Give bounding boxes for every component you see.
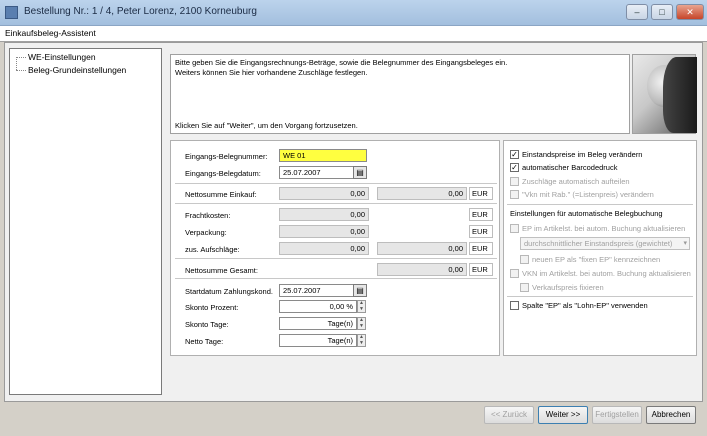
startdatum-label: Startdatum Zahlungskond. xyxy=(185,287,273,296)
wizard-title: Einkaufsbeleg-Assistent xyxy=(0,26,707,42)
ep-artikel-label: EP im Artikelst. bei autom. Buchung aktu… xyxy=(522,224,686,233)
spin-down-icon[interactable]: ▼ xyxy=(358,323,365,330)
back-button[interactable]: << Zurück xyxy=(484,406,534,424)
zuschlaege-checkbox[interactable] xyxy=(510,177,519,186)
app-icon xyxy=(5,6,18,19)
photo-hair xyxy=(663,57,697,133)
netto-gesamt-label: Nettosumme Gesamt: xyxy=(185,266,258,275)
info-box: Bitte geben Sie die Eingangsrechnungs-Be… xyxy=(170,54,630,134)
separator xyxy=(507,296,693,297)
spin-down-icon[interactable]: ▼ xyxy=(358,340,365,347)
calendar-icon[interactable]: ▤ xyxy=(353,166,367,179)
neuer-ep-label: neuen EP als "fixen EP" kennzeichnen xyxy=(532,255,661,264)
verpackung-label: Verpackung: xyxy=(185,228,227,237)
startdatum-input[interactable]: 25.07.2007 xyxy=(279,284,361,297)
netto-tage-input[interactable]: Tage(n) xyxy=(279,334,357,347)
chevron-down-icon[interactable]: ▾ xyxy=(683,238,687,249)
skonto-prozent-stepper[interactable]: ▲ ▼ xyxy=(357,300,366,313)
step-tree: WE-Einstellungen Beleg-Grundeinstellunge… xyxy=(9,48,162,395)
minimize-button[interactable]: – xyxy=(626,4,648,20)
verkaufspreis-label: Verkaufspreis fixieren xyxy=(532,283,604,292)
aufschlaege-value: 0,00 xyxy=(279,242,369,255)
ep-artikel-checkbox[interactable] xyxy=(510,224,519,233)
tree-item-we-einstellungen[interactable]: WE-Einstellungen xyxy=(28,52,96,62)
einstandspreise-checkbox[interactable]: ✓ xyxy=(510,150,519,159)
group-title: Einstellungen für automatische Belegbuch… xyxy=(510,209,663,218)
info-hint: Klicken Sie auf "Weiter", um den Vorgang… xyxy=(175,121,358,130)
aufschlaege-unit: EUR xyxy=(469,242,493,255)
separator xyxy=(175,258,497,259)
netto-gesamt-value: 0,00 xyxy=(377,263,467,276)
title-bar: Bestellung Nr.: 1 / 4, Peter Lorenz, 210… xyxy=(0,0,707,26)
netto-gesamt-unit: EUR xyxy=(469,263,493,276)
tree-line xyxy=(16,57,17,70)
maximize-button[interactable]: □ xyxy=(651,4,673,20)
vkn-checkbox[interactable] xyxy=(510,190,519,199)
barcodedruck-checkbox[interactable]: ✓ xyxy=(510,163,519,172)
amounts-panel: Eingangs-Belegnummer: WE 01 Eingangs-Bel… xyxy=(170,140,500,356)
info-text-line1: Bitte geben Sie die Eingangsrechnungs-Be… xyxy=(175,58,508,67)
fracht-label: Frachtkosten: xyxy=(185,211,231,220)
netto-tage-stepper[interactable]: ▲ ▼ xyxy=(357,334,366,347)
barcodedruck-label: automatischer Barcodedruck xyxy=(522,163,618,172)
einstandspreis-select[interactable]: durchschnittlicher Einstandspreis (gewic… xyxy=(520,237,690,250)
verpackung-unit: EUR xyxy=(469,225,493,238)
calendar-icon[interactable]: ▤ xyxy=(353,284,367,297)
belegdatum-input[interactable]: 25.07.2007 xyxy=(279,166,361,179)
vkn-artikel-label: VKN im Artikelst. bei autom. Buchung akt… xyxy=(522,269,691,278)
support-photo xyxy=(632,54,697,134)
einstandspreis-select-value: durchschnittlicher Einstandspreis (gewic… xyxy=(524,239,673,248)
neuer-ep-checkbox[interactable] xyxy=(520,255,529,264)
cancel-button[interactable]: Abbrechen xyxy=(646,406,696,424)
skonto-prozent-input[interactable]: 0,00 % xyxy=(279,300,357,313)
info-text-line2: Weiters können Sie hier vorhandene Zusch… xyxy=(175,68,368,77)
vkn-label: "Vkn mit Rab." (=Listenpreis) verändern xyxy=(522,190,654,199)
verkaufspreis-checkbox[interactable] xyxy=(520,283,529,292)
tree-item-beleg-grundeinstellungen[interactable]: Beleg-Grundeinstellungen xyxy=(28,65,126,75)
spalte-ep-label: Spalte "EP" als "Lohn-EP" verwenden xyxy=(522,301,648,310)
fracht-unit: EUR xyxy=(469,208,493,221)
separator xyxy=(175,203,497,204)
netto-einkauf-value: 0,00 xyxy=(279,187,369,200)
window-title: Bestellung Nr.: 1 / 4, Peter Lorenz, 210… xyxy=(24,6,257,17)
aufschlaege-value-2: 0,00 xyxy=(377,242,467,255)
netto-einkauf-value-2: 0,00 xyxy=(377,187,467,200)
belegnummer-input[interactable]: WE 01 xyxy=(279,149,367,162)
einstandspreise-label: Einstandspreise im Beleg verändern xyxy=(522,150,643,159)
netto-einkauf-label: Nettosumme Einkauf: xyxy=(185,190,257,199)
zuschlaege-label: Zuschläge automatisch aufteilen xyxy=(522,177,630,186)
separator xyxy=(175,183,497,184)
skonto-tage-input[interactable]: Tage(n) xyxy=(279,317,357,330)
vkn-artikel-checkbox[interactable] xyxy=(510,269,519,278)
spalte-ep-checkbox[interactable] xyxy=(510,301,519,310)
fracht-value: 0,00 xyxy=(279,208,369,221)
netto-einkauf-unit: EUR xyxy=(469,187,493,200)
belegdatum-label: Eingangs-Belegdatum: xyxy=(185,169,261,178)
tree-line xyxy=(16,70,26,71)
skonto-tage-stepper[interactable]: ▲ ▼ xyxy=(357,317,366,330)
netto-tage-label: Netto Tage: xyxy=(185,337,224,346)
close-button[interactable]: ✕ xyxy=(676,4,704,20)
spin-down-icon[interactable]: ▼ xyxy=(358,306,365,313)
skonto-tage-label: Skonto Tage: xyxy=(185,320,229,329)
separator xyxy=(507,204,693,205)
skonto-prozent-label: Skonto Prozent: xyxy=(185,303,239,312)
options-panel: ✓ Einstandspreise im Beleg verändern ✓ a… xyxy=(503,140,697,356)
separator xyxy=(175,278,497,279)
belegnummer-label: Eingangs-Belegnummer: xyxy=(185,152,268,161)
finish-button[interactable]: Fertigstellen xyxy=(592,406,642,424)
tree-line xyxy=(16,57,26,58)
aufschlaege-label: zus. Aufschläge: xyxy=(185,245,240,254)
verpackung-value: 0,00 xyxy=(279,225,369,238)
next-button[interactable]: Weiter >> xyxy=(538,406,588,424)
